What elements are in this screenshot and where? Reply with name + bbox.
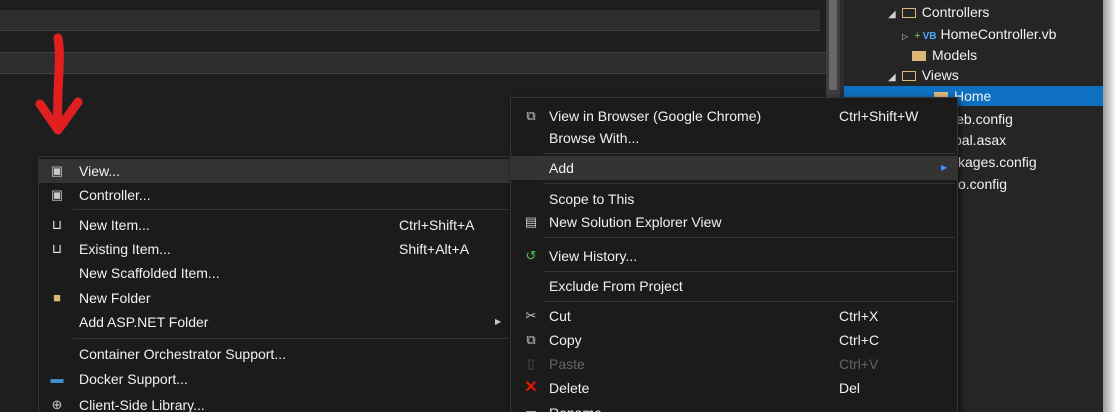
- menu-separator: [543, 153, 955, 154]
- menu-item-controller[interactable]: ▣ Controller...: [39, 183, 511, 207]
- menu-item-existing-item[interactable]: ⊔ Existing Item... Shift+Alt+A: [39, 237, 511, 261]
- editor-navigation-bar: [0, 52, 826, 74]
- scrollbar-thumb[interactable]: [829, 0, 837, 90]
- new-folder-icon: ■: [53, 290, 61, 305]
- menu-separator: [73, 338, 509, 339]
- menu-item-exclude-from-project[interactable]: Exclude From Project: [511, 274, 957, 298]
- menu-item-scope-to-this[interactable]: Scope to This: [511, 187, 957, 211]
- menu-separator: [543, 237, 955, 238]
- tree-item-homecontroller[interactable]: ▷ + VB HomeController.vb: [902, 24, 1056, 44]
- annotation-arrow-icon: [35, 33, 83, 135]
- ide-window: ◢ Controllers ▷ + VB HomeController.vb Model…: [0, 0, 1103, 412]
- tree-item-packagesconfig[interactable]: kages.config: [958, 152, 1037, 172]
- submenu-arrow-icon: ▶: [941, 163, 948, 172]
- copy-icon: ⧉: [526, 332, 536, 347]
- controller-icon: ▣: [50, 187, 64, 202]
- folder-icon: [912, 51, 926, 61]
- menu-item-browse-with[interactable]: Browse With...: [511, 126, 957, 150]
- menu-item-view-in-browser[interactable]: ⧉ View in Browser (Google Chrome) Ctrl+Shi…: [511, 104, 957, 128]
- tree-item-label: Views: [921, 67, 959, 83]
- docker-icon: ▬: [50, 371, 64, 386]
- menu-separator: [543, 183, 955, 184]
- expanded-triangle-icon[interactable]: ◢: [888, 5, 896, 25]
- tree-item-views[interactable]: ◢ Views: [888, 65, 959, 85]
- submenu-arrow-icon: ▶: [495, 317, 502, 326]
- expanded-triangle-icon[interactable]: ◢: [888, 68, 896, 88]
- menu-item-view-history[interactable]: ↺ View History...: [511, 244, 957, 268]
- solution-view-icon: ▤: [524, 214, 538, 229]
- new-item-icon: ⊔: [51, 217, 63, 232]
- tree-item-appconfig[interactable]: o.config: [958, 174, 1007, 194]
- menu-separator: [543, 271, 955, 272]
- menu-item-client-side-library[interactable]: ⊕ Client-Side Library...: [39, 393, 511, 412]
- history-icon: ↺: [525, 248, 537, 263]
- tree-item-label: kages.config: [958, 154, 1037, 170]
- window-shadow: [1103, 0, 1116, 412]
- menu-item-view[interactable]: ▣ View...: [39, 159, 511, 183]
- menu-separator: [73, 209, 509, 210]
- menu-item-cut[interactable]: ✂ Cut Ctrl+X: [511, 304, 957, 328]
- menu-item-paste[interactable]: ▯ Paste Ctrl+V: [511, 352, 957, 376]
- tree-item-label: pal.asax: [954, 132, 1007, 148]
- rename-icon: ▭: [523, 401, 539, 412]
- menu-item-new-scaffolded-item[interactable]: New Scaffolded Item...: [39, 261, 511, 285]
- open-folder-icon: [901, 71, 916, 81]
- cut-icon: ✂: [525, 308, 537, 323]
- editor-toolbar: [0, 10, 820, 31]
- menu-item-add[interactable]: Add ▶: [511, 156, 957, 180]
- open-folder-icon: [901, 8, 916, 18]
- tree-item-label: HomeController.vb: [940, 26, 1057, 42]
- tree-item-models[interactable]: Models: [912, 45, 977, 65]
- context-menu: ⧉ View in Browser (Google Chrome) Ctrl+Shi…: [510, 97, 958, 412]
- add-submenu: ▣ View... ▣ Controller... ⊔ New Item... Ctrl…: [38, 156, 512, 412]
- vb-file-icon: VB: [922, 31, 937, 42]
- tree-item-label: Home: [954, 88, 992, 104]
- tree-item-label: Controllers: [921, 4, 990, 20]
- existing-item-icon: ⊔: [51, 241, 63, 256]
- menu-item-new-solution-explorer-view[interactable]: ▤ New Solution Explorer View: [511, 210, 957, 234]
- tree-item-controllers[interactable]: ◢ Controllers: [888, 2, 989, 22]
- collapsed-triangle-icon[interactable]: ▷: [902, 27, 908, 47]
- paste-icon: ▯: [527, 356, 535, 371]
- browser-icon: ⧉: [526, 108, 536, 123]
- tree-item-globalasax[interactable]: pal.asax: [954, 130, 1006, 150]
- view-icon: ▣: [50, 163, 64, 178]
- menu-item-new-folder[interactable]: ■ New Folder: [39, 286, 511, 310]
- menu-item-container-orchestrator[interactable]: Container Orchestrator Support...: [39, 342, 511, 366]
- menu-separator: [543, 301, 955, 302]
- menu-item-new-item[interactable]: ⊔ New Item... Ctrl+Shift+A: [39, 213, 511, 237]
- library-icon: ⊕: [51, 397, 63, 412]
- menu-item-copy[interactable]: ⧉ Copy Ctrl+C: [511, 328, 957, 352]
- tree-item-label: Models: [932, 47, 978, 63]
- pending-add-icon: +: [914, 30, 921, 42]
- menu-item-add-aspnet-folder[interactable]: Add ASP.NET Folder ▶: [39, 310, 511, 334]
- menu-item-delete[interactable]: ✕ Delete Del: [511, 376, 957, 400]
- tree-item-label: o.config: [958, 176, 1008, 192]
- delete-icon: ✕: [524, 379, 538, 396]
- menu-item-docker-support[interactable]: ▬ Docker Support...: [39, 367, 511, 391]
- menu-item-rename[interactable]: ▭Rename: [511, 401, 957, 412]
